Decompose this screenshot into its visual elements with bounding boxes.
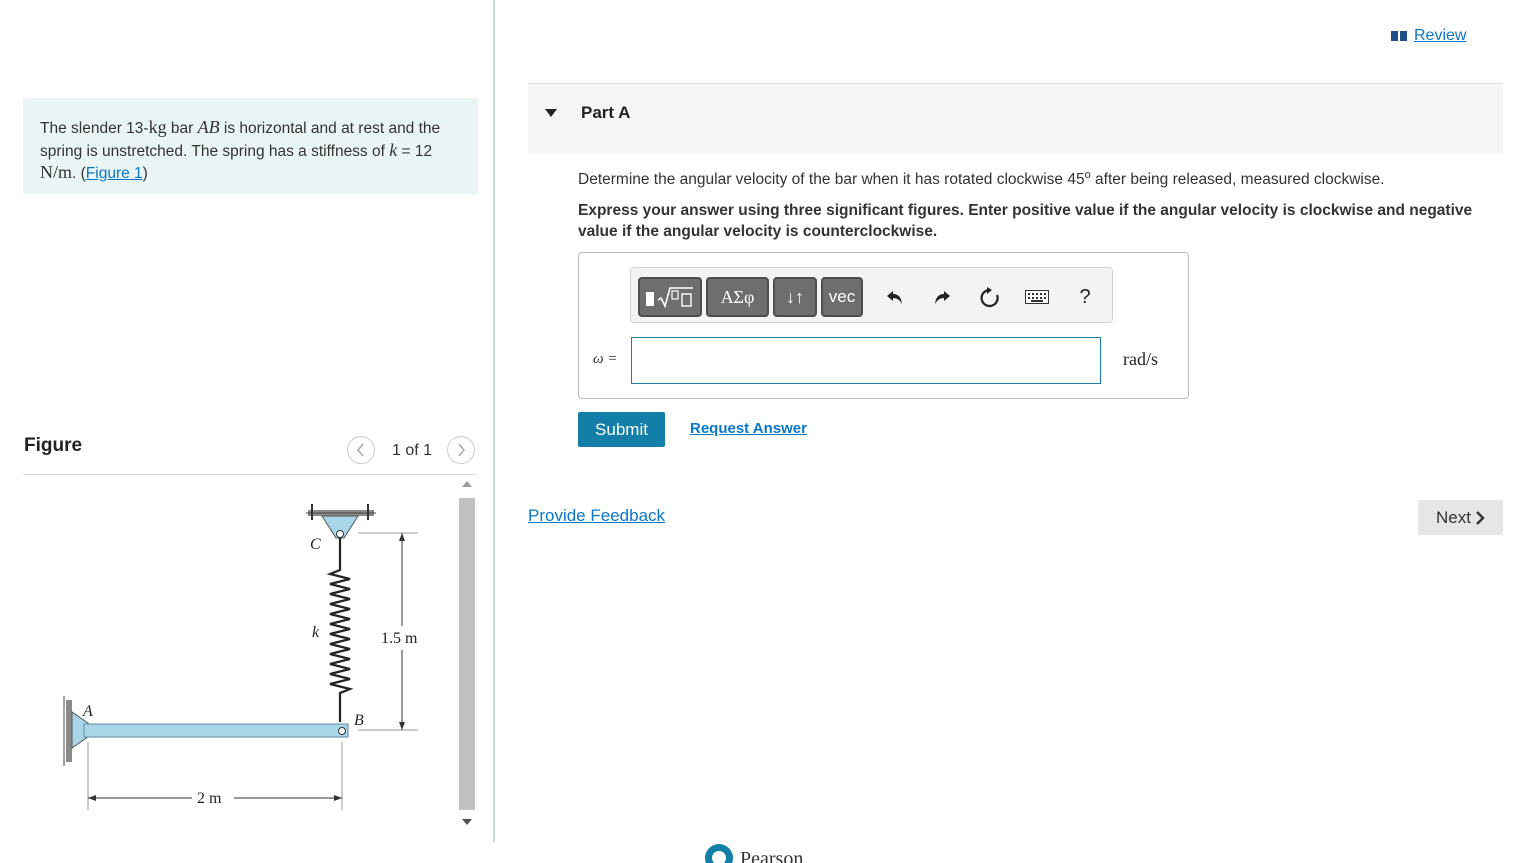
answer-instructions: Express your answer using three signific… (578, 202, 1473, 240)
book-icon (1391, 31, 1407, 41)
answer-variable-label: ω = (593, 351, 618, 367)
pearson-logo-icon: Pearson (705, 844, 803, 863)
scrollbar-thumb[interactable] (459, 498, 475, 810)
bar-ab (83, 723, 349, 738)
keyboard-button[interactable] (1022, 282, 1052, 312)
reset-icon (980, 287, 999, 308)
chevron-left-icon (357, 443, 364, 457)
figure-pager-count: 1 of 1 (392, 442, 433, 459)
greek-symbols-button[interactable]: ΑΣφ (706, 277, 769, 317)
label-b: B (354, 712, 364, 729)
figure-title: Figure (24, 435, 83, 456)
label-length: 2 m (197, 790, 222, 807)
keyboard-icon (1025, 290, 1049, 304)
label-a: A (82, 703, 93, 720)
submit-button[interactable]: Submit (578, 412, 665, 447)
answer-unit-label: rad/s (1123, 349, 1158, 369)
pearson-logo: Pearson (704, 843, 834, 863)
review-label: Review (1414, 27, 1467, 44)
next-label: Next (1436, 507, 1471, 527)
reset-button[interactable] (976, 282, 1004, 312)
radical-template-icon (646, 287, 693, 309)
scroll-up-arrow-icon[interactable] (462, 481, 472, 487)
help-button[interactable]: ? (1073, 282, 1097, 312)
next-button[interactable]: Next (1418, 500, 1503, 535)
undo-icon (887, 291, 902, 304)
chevron-right-icon (458, 443, 465, 457)
question-text: Determine the angular velocity of the ba… (578, 169, 1385, 189)
figure-scrollbar[interactable] (458, 476, 476, 832)
figure-divider (23, 474, 476, 475)
part-title: Part A (581, 103, 631, 122)
redo-button[interactable] (928, 282, 956, 312)
label-k: k (312, 624, 320, 641)
label-height: 1.5 m (381, 630, 418, 647)
redo-icon (935, 291, 950, 304)
figure-diagram: C k A B 1.5 m 2 m (63, 504, 418, 810)
arrows-button[interactable]: ↓↑ (773, 277, 817, 317)
part-header[interactable]: Part A (528, 84, 1503, 154)
collapse-caret-icon[interactable] (545, 109, 557, 117)
previous-figure-button[interactable] (347, 436, 375, 464)
answer-panel: ΑΣφ ↓↑ vec ? ω = rad/s (578, 252, 1189, 399)
review-link[interactable]: Review (1390, 27, 1466, 45)
undo-button[interactable] (881, 282, 909, 312)
panel-splitter[interactable] (493, 0, 495, 842)
provide-feedback-link[interactable]: Provide Feedback (528, 506, 665, 526)
svg-text:Pearson: Pearson (740, 848, 803, 863)
figure-link[interactable]: Figure 1 (86, 165, 143, 182)
templates-button[interactable] (638, 277, 702, 317)
problem-statement: The slender 13-kg bar AB is horizontal a… (23, 98, 478, 194)
math-toolbar: ΑΣφ ↓↑ vec ? (630, 267, 1113, 323)
request-answer-link[interactable]: Request Answer (690, 420, 807, 437)
label-c: C (310, 536, 321, 553)
spring (326, 538, 354, 722)
vector-button[interactable]: vec (821, 277, 863, 317)
problem-text: The slender 13-kg bar AB is horizontal a… (40, 117, 441, 182)
chevron-right-icon (1476, 510, 1485, 525)
scroll-down-arrow-icon[interactable] (462, 819, 472, 825)
answer-input[interactable] (631, 337, 1101, 384)
next-figure-button[interactable] (447, 436, 475, 464)
